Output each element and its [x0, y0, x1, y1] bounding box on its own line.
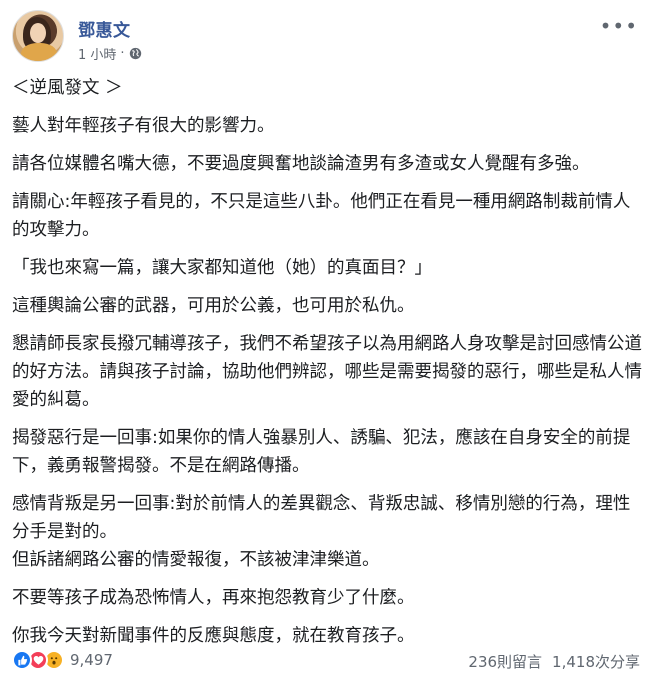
post-paragraph: 「我也來寫一篇，讓大家都知道他（她）的真面目？」 [12, 258, 432, 278]
post-paragraph: 藝人對年輕孩子有很大的影響力。 [12, 116, 275, 136]
post-meta: 1 小時 · [78, 44, 142, 63]
post-paragraph: 但訴諸網路公審的情愛報復，不該被津津樂道。 [12, 550, 380, 570]
shares-count-link[interactable]: 1,418次分享 [552, 651, 640, 672]
post-header: 鄧惠文 1 小時 · ••• [12, 10, 644, 66]
post-timestamp[interactable]: 1 小時 [78, 44, 116, 63]
like-reaction-icon [12, 650, 32, 670]
post-paragraph: 這種輿論公審的武器，可用於公義，也可用於私仇。 [12, 296, 415, 316]
reaction-count[interactable]: 9,497 [70, 651, 113, 669]
more-dots-icon[interactable]: ••• [600, 14, 638, 38]
comments-count-link[interactable]: 236則留言 [468, 651, 542, 672]
reactions-summary[interactable]: 9,497 [12, 650, 113, 670]
post-body: ＜逆風發文 ＞ 藝人對年輕孩子有很大的影響力。 請各位媒體名嘴大德，不要過度興奮… [12, 74, 644, 660]
post-paragraph: 不要等孩子成為恐怖情人，再來抱怨教育少了什麼。 [12, 588, 415, 608]
post-paragraph: 懇請師長家長撥冗輔導孩子，我們不希望孩子以為用網路人身攻擊是討回感情公道的好方法… [12, 334, 642, 410]
post-paragraph: 請各位媒體名嘴大德，不要過度興奮地談論渣男有多渣或女人覺醒有多強。 [12, 154, 590, 174]
post-title: ＜逆風發文 ＞ [12, 78, 123, 98]
globe-icon[interactable] [129, 47, 142, 60]
author-name-link[interactable]: 鄧惠文 [78, 16, 131, 41]
avatar[interactable] [12, 10, 64, 62]
post-paragraph: 請關心:年輕孩子看見的，不只是這些八卦。他們正在看見一種用網路制裁前情人的攻擊力… [12, 192, 631, 240]
meta-separator: · [120, 46, 125, 61]
engagement-stats: 236則留言 1,418次分享 [468, 651, 640, 672]
post-paragraph: 感情背叛是另一回事:對於前情人的差異觀念、背叛忠誠、移情別戀的行為，理性分手是對… [12, 494, 631, 542]
post-footer: 9,497 236則留言 1,418次分享 [12, 646, 644, 676]
post-paragraph: 揭發惡行是一回事:如果你的情人強暴別人、誘騙、犯法，應該在自身安全的前提下，義勇… [12, 428, 631, 476]
